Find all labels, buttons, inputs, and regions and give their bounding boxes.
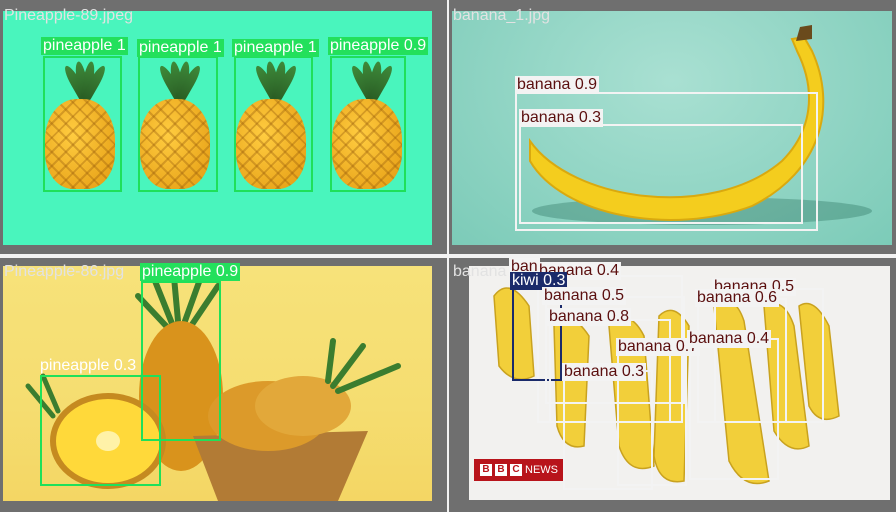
detection-label: pineapple 1	[232, 39, 319, 57]
detection-box	[519, 124, 803, 224]
detection-label: banana 0.4	[687, 330, 772, 348]
detection-label: pineapple 0.9	[140, 263, 241, 281]
panel-title: Pineapple-89.jpeg	[4, 7, 133, 24]
bbc-news-watermark: B B C NEWS	[474, 459, 564, 481]
image-panel-banana-1: banana_1.jpg banana 0.9 banana 0.3	[449, 0, 896, 254]
detection-label: pineapple 1	[137, 39, 224, 57]
detection-box	[689, 338, 779, 480]
detection-label: banana 0.6	[695, 289, 780, 307]
detection-label: banana 0.9	[515, 76, 600, 94]
panel-title: Pineapple-86.jpg	[4, 263, 125, 280]
image-panel-pineapple-89: Pineapple-89.jpeg pineapple 1 pineapple …	[0, 0, 447, 254]
detection-label: pineapple 0.3	[40, 357, 137, 374]
bbc-news-text: NEWS	[525, 464, 558, 476]
bbc-letter: B	[495, 464, 507, 476]
detection-box	[563, 370, 653, 490]
detection-label: banana 0.5	[542, 287, 627, 305]
panel-title: banana	[453, 263, 507, 280]
detection-box	[40, 375, 161, 486]
detection-box	[43, 56, 122, 192]
detection-box	[138, 56, 218, 192]
detection-label: pineapple 1	[41, 37, 128, 55]
image-panel-pineapple-86: Pineapple-86.jpg pineapple 0.9 pineapple…	[0, 258, 447, 512]
detection-box	[330, 56, 406, 192]
detection-label: banana 0.3	[562, 363, 647, 381]
bbc-letter: B	[480, 464, 492, 476]
panel-title: banana_1.jpg	[453, 7, 550, 24]
image-panel-banana-bunch: B B C NEWS banana ban banana 0.4 kiwi 0.…	[449, 258, 896, 512]
bbc-letter: C	[510, 464, 522, 476]
detection-label: banana 0.8	[547, 308, 632, 326]
detection-label: pineapple 0.9	[328, 37, 429, 55]
detection-label: banana 0.3	[519, 109, 604, 127]
detection-box	[234, 56, 313, 192]
